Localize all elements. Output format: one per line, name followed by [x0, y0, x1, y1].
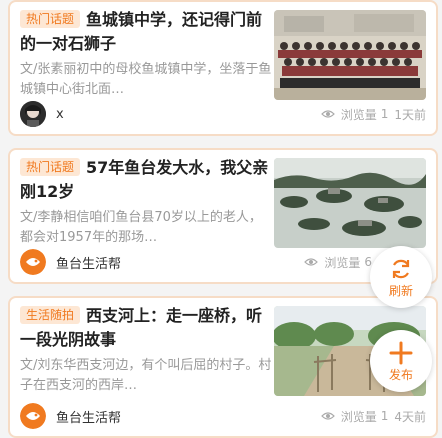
- refresh-label: 刷新: [388, 283, 413, 298]
- refresh-button[interactable]: 刷新: [370, 246, 432, 308]
- card-meta: 浏览量 1 4天前: [320, 408, 426, 425]
- flood-photo-icon: [274, 158, 426, 248]
- card-footer: 鱼台生活帮 浏览量 1 4天前: [20, 402, 426, 430]
- avatar[interactable]: [20, 249, 46, 275]
- views-count: 1: [380, 409, 389, 423]
- plus-icon: [389, 341, 413, 364]
- eye-icon: [320, 110, 335, 118]
- card-footer: 鱼台生活帮 浏览量 6: [20, 248, 426, 276]
- avatar[interactable]: [20, 403, 46, 429]
- views-label: 浏览量: [340, 409, 377, 424]
- feed-card[interactable]: 热门话题 鱼城镇中学，还记得门前的一对石狮子 文/张素丽初中的母校鱼城镇中学，坐落…: [8, 0, 438, 136]
- card-text: 生活随拍 西支河上：走一座桥，听一段光阴故事 文/刘东华西支河边，有个叫后屈的村子…: [20, 304, 272, 396]
- post-time: 1天前: [394, 107, 426, 122]
- publish-label: 发布: [388, 367, 413, 382]
- eye-icon: [304, 258, 319, 266]
- post-time: 4天前: [394, 409, 426, 424]
- refresh-icon: [392, 259, 410, 278]
- card-title[interactable]: 热门话题 57年鱼台发大水，我父亲刚12岁: [20, 156, 272, 204]
- class-photo-icon: [274, 10, 426, 100]
- card-thumbnail[interactable]: [274, 10, 426, 100]
- card-title[interactable]: 生活随拍 西支河上：走一座桥，听一段光阴故事: [20, 304, 272, 352]
- app-logo-icon: [20, 249, 46, 275]
- author-name[interactable]: 鱼台生活帮: [56, 407, 121, 426]
- topic-tag: 热门话题: [20, 158, 81, 176]
- views-label: 浏览量: [324, 255, 361, 270]
- topic-tag: 生活随拍: [20, 306, 81, 324]
- card-summary: 文/张素丽初中的母校鱼城镇中学，坐落于鱼城镇中心街北面…: [20, 62, 272, 97]
- card-text: 热门话题 鱼城镇中学，还记得门前的一对石狮子 文/张素丽初中的母校鱼城镇中学，坐落…: [20, 8, 272, 100]
- app-logo-icon: [20, 403, 46, 429]
- views-count: 1: [380, 107, 389, 121]
- card-meta: 浏览量 1 1天前: [320, 106, 426, 123]
- avatar[interactable]: [20, 101, 46, 127]
- card-footer: x 浏览量 1 1天前: [20, 100, 426, 128]
- publish-button[interactable]: 发布: [370, 330, 432, 392]
- author-name[interactable]: 鱼台生活帮: [56, 253, 121, 272]
- user-avatar-icon: [20, 101, 46, 127]
- card-thumbnail[interactable]: [274, 158, 426, 248]
- topic-tag: 热门话题: [20, 10, 81, 28]
- card-summary: 文/刘东华西支河边，有个叫后屈的村子。村子在西支河的西岸…: [20, 358, 272, 393]
- card-meta: 浏览量 6: [304, 254, 372, 271]
- eye-icon: [320, 412, 335, 420]
- views-label: 浏览量: [340, 107, 377, 122]
- author-name[interactable]: x: [56, 107, 64, 122]
- card-title[interactable]: 热门话题 鱼城镇中学，还记得门前的一对石狮子: [20, 8, 272, 56]
- card-summary: 文/李静相信咱们鱼台县70岁以上的老人，都会对1957年的那场…: [20, 210, 262, 245]
- card-text: 热门话题 57年鱼台发大水，我父亲刚12岁 文/李静相信咱们鱼台县70岁以上的老人…: [20, 156, 272, 248]
